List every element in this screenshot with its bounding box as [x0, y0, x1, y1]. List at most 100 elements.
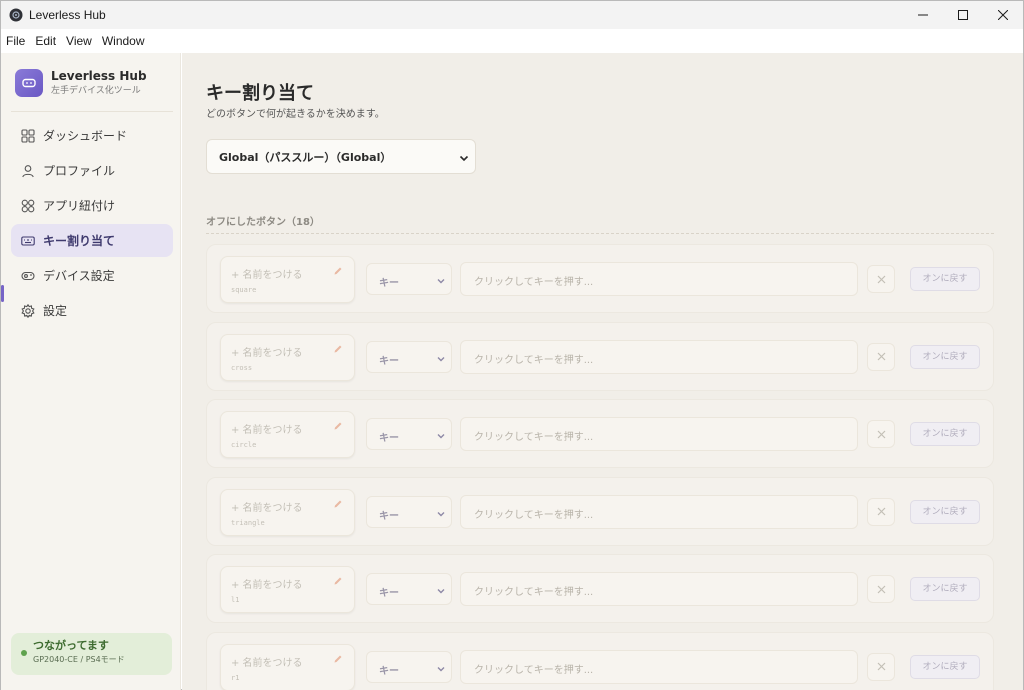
- keyboard-icon: [21, 234, 35, 248]
- app-icon: [9, 8, 23, 22]
- brand-logo: [15, 69, 43, 97]
- type-select[interactable]: キー: [366, 495, 452, 528]
- close-icon: [877, 585, 885, 593]
- sidebar-item-dashboard[interactable]: ダッシュボード: [11, 119, 173, 152]
- sidebar-item-label: 設定: [43, 304, 68, 318]
- brand: Leverless Hub 左手デバイス化ツール: [15, 69, 147, 97]
- clear-button[interactable]: [867, 265, 895, 293]
- clear-button[interactable]: [867, 420, 895, 448]
- page-subtitle: どのボタンで何が起きるかを決めます。: [206, 109, 385, 120]
- button-id: square: [231, 286, 257, 294]
- mapping-row: + 名前をつける square キー クリックしてキーを押す... オンに戻す: [206, 244, 994, 313]
- mapping-row: + 名前をつける l1 キー クリックしてキーを押す... オンに戻す: [206, 554, 994, 623]
- sidebar: Leverless Hub 左手デバイス化ツール ダッシュボード プロファイル …: [1, 53, 181, 690]
- name-card[interactable]: + 名前をつける r1: [220, 643, 355, 690]
- type-select[interactable]: キー: [366, 340, 452, 373]
- mapping-row: + 名前をつける triangle キー クリックしてキーを押す... オンに戻…: [206, 476, 994, 546]
- profile-select-value: Global（パススルー）（Global）: [219, 150, 392, 164]
- sidebar-item-label: プロファイル: [43, 164, 116, 178]
- chevron-down-icon: [437, 279, 445, 284]
- chevron-down-icon: [459, 155, 469, 162]
- close-icon: [877, 662, 885, 671]
- sidebar-item-key-assign[interactable]: キー割り当て: [11, 224, 173, 257]
- name-card[interactable]: + 名前をつける triangle: [220, 488, 355, 536]
- menu-window[interactable]: Window: [102, 34, 145, 48]
- chevron-down-icon: [437, 434, 445, 439]
- sidebar-item-label: キー割り当て: [43, 234, 116, 248]
- pencil-icon: [334, 655, 342, 662]
- key-capture-input[interactable]: クリックしてキーを押す...: [460, 572, 858, 606]
- main-content: キー割り当て どのボタンで何が起きるかを決めます。 Global（パススルー）（…: [182, 53, 1023, 690]
- disabled-button-list: + 名前をつける square キー クリックしてキーを押す... オンに戻す …: [206, 244, 994, 690]
- name-card[interactable]: + 名前をつける l1: [220, 566, 355, 613]
- name-label: + 名前をつける: [231, 580, 303, 591]
- profile-select[interactable]: Global（パススルー）（Global）: [206, 139, 476, 174]
- restore-button[interactable]: オンに戻す: [910, 577, 980, 601]
- maximize-button[interactable]: [943, 1, 983, 29]
- restore-button[interactable]: オンに戻す: [910, 654, 980, 679]
- type-select[interactable]: キー: [366, 573, 452, 605]
- sidebar-item-device-settings[interactable]: デバイス設定: [11, 259, 173, 292]
- clear-button[interactable]: [867, 342, 895, 371]
- close-button[interactable]: [983, 1, 1023, 29]
- menu-file[interactable]: File: [6, 34, 25, 48]
- pencil-icon: [334, 422, 342, 430]
- page-title: キー割り当て: [206, 83, 314, 104]
- maximize-icon: [958, 10, 968, 20]
- type-select-value: キー: [379, 510, 399, 522]
- chevron-down-icon: [437, 666, 445, 671]
- sidebar-item-app-binding[interactable]: アプリ紐付け: [11, 189, 173, 222]
- restore-button[interactable]: オンに戻す: [910, 344, 980, 369]
- window-title: Leverless Hub: [29, 8, 106, 22]
- restore-button[interactable]: オンに戻す: [910, 422, 980, 446]
- pencil-icon: [334, 577, 342, 585]
- close-icon: [998, 10, 1008, 20]
- key-capture-input[interactable]: クリックしてキーを押す...: [460, 494, 858, 529]
- key-capture-input[interactable]: クリックしてキーを押す...: [460, 262, 858, 296]
- apps-icon: [21, 199, 35, 213]
- key-capture-input[interactable]: クリックしてキーを押す...: [460, 417, 858, 451]
- name-card[interactable]: + 名前をつける circle: [220, 411, 355, 458]
- brand-name: Leverless Hub: [51, 69, 147, 83]
- key-capture-input[interactable]: クリックしてキーを押す...: [460, 649, 858, 684]
- menu-bar: File Edit View Window: [1, 29, 1023, 53]
- gamepad-icon: [21, 269, 35, 283]
- menu-view[interactable]: View: [66, 34, 92, 48]
- active-indicator: [1, 285, 4, 302]
- status-subtitle: GP2040-CE / PS4モード: [33, 655, 125, 664]
- minimize-button[interactable]: [903, 1, 943, 29]
- type-select-value: キー: [379, 665, 399, 677]
- controller-icon: [22, 78, 36, 88]
- clear-button[interactable]: [867, 497, 895, 526]
- divider: [11, 111, 173, 112]
- sidebar-item-label: アプリ紐付け: [43, 199, 116, 213]
- key-placeholder: クリックしてキーを押す...: [474, 587, 594, 598]
- type-select-value: キー: [379, 433, 399, 444]
- name-card[interactable]: + 名前をつける cross: [220, 333, 355, 381]
- sidebar-nav: ダッシュボード プロファイル アプリ紐付け キー割り当て デバイス設定 設定: [11, 119, 173, 329]
- close-icon: [877, 507, 885, 516]
- type-select-value: キー: [379, 355, 399, 367]
- type-select[interactable]: キー: [366, 418, 452, 450]
- button-id: l1: [231, 596, 240, 604]
- restore-button[interactable]: オンに戻す: [910, 267, 980, 291]
- connection-status: つながってます GP2040-CE / PS4モード: [11, 633, 172, 675]
- menu-edit[interactable]: Edit: [35, 34, 56, 48]
- name-card[interactable]: + 名前をつける square: [220, 256, 355, 303]
- key-placeholder: クリックしてキーを押す...: [474, 277, 594, 288]
- key-placeholder: クリックしてキーを押す...: [474, 664, 594, 676]
- sidebar-item-settings[interactable]: 設定: [11, 294, 173, 327]
- key-capture-input[interactable]: クリックしてキーを押す...: [460, 339, 858, 374]
- clear-button[interactable]: [867, 652, 895, 681]
- button-id: triangle: [231, 518, 265, 527]
- button-id: r1: [231, 673, 240, 682]
- type-select[interactable]: キー: [366, 650, 452, 683]
- clear-button[interactable]: [867, 575, 895, 603]
- section-divider: [206, 233, 994, 234]
- restore-button[interactable]: オンに戻す: [910, 499, 980, 524]
- sidebar-item-profile[interactable]: プロファイル: [11, 154, 173, 187]
- pencil-icon: [334, 267, 342, 275]
- mapping-row: + 名前をつける cross キー クリックしてキーを押す... オンに戻す: [206, 321, 994, 391]
- type-select[interactable]: キー: [366, 263, 452, 295]
- key-placeholder: クリックしてキーを押す...: [474, 354, 594, 366]
